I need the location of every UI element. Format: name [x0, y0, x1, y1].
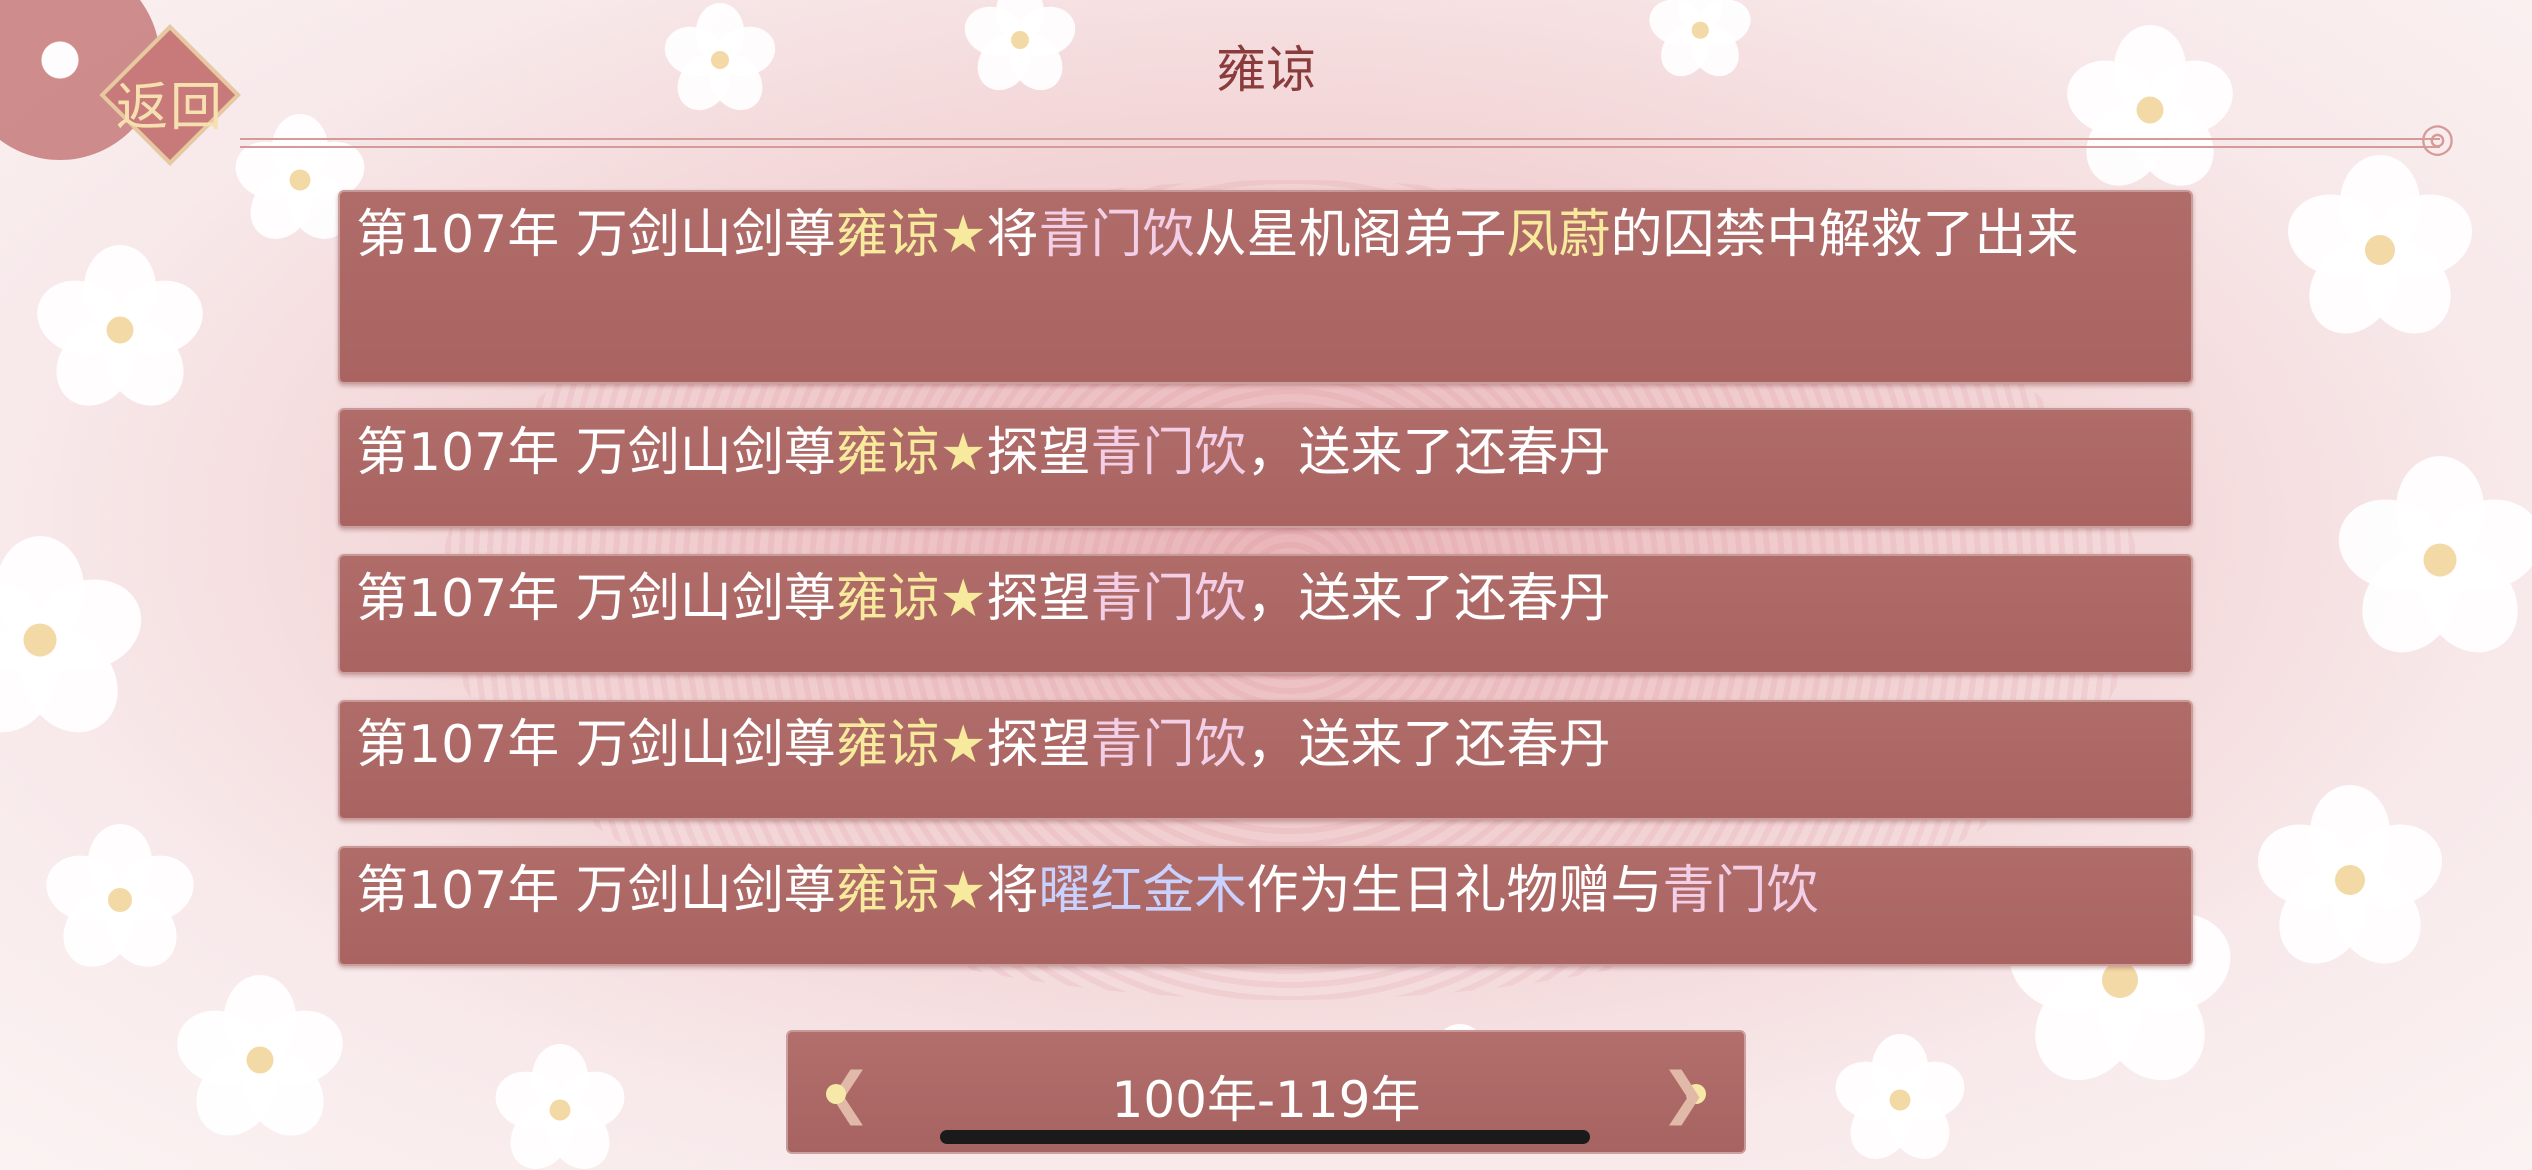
event-text: 第107年 万剑山剑尊雍谅★将曜红金木作为生日礼物赠与青门饮: [356, 861, 1819, 921]
event-text-segment: 青门饮: [1662, 861, 1819, 921]
event-text-segment: 青门饮: [1090, 569, 1247, 629]
star-icon: ★: [939, 715, 987, 775]
plum-blossom-icon: [167, 970, 353, 1151]
event-entry: 第107年 万剑山剑尊雍谅★探望青门饮，送来了还春丹: [338, 700, 2193, 820]
event-text: 第107年 万剑山剑尊雍谅★将青门饮从星机阁弟子凤蔚的囚禁中解救了出来: [356, 205, 2079, 265]
plum-blossom-icon: [0, 530, 153, 751]
star-icon: ★: [939, 569, 987, 629]
event-text-segment: 青门饮: [1090, 715, 1247, 775]
event-text-segment: 将: [986, 205, 1039, 265]
scroll-ornament-right-icon[interactable]: ❯: [1644, 1054, 1724, 1134]
star-icon: ★: [939, 423, 987, 483]
event-text-segment: 第107年 万剑山剑尊: [356, 861, 836, 921]
event-entry: 第107年 万剑山剑尊雍谅★探望青门饮，送来了还春丹: [338, 408, 2193, 528]
event-text-segment: 从星机阁弟子: [1194, 205, 1507, 265]
event-text-segment: 第107年 万剑山剑尊: [356, 715, 836, 775]
plum-blossom-icon: [2247, 780, 2453, 981]
plum-blossom-icon: [1828, 1030, 1972, 1170]
event-text-segment: 作为生日礼物赠与: [1246, 861, 1663, 921]
event-text-segment: 凤蔚: [1506, 205, 1611, 265]
plum-blossom-icon: [488, 1040, 632, 1170]
event-text-segment: 探望: [986, 423, 1091, 483]
event-text-segment: 曜红金木: [1038, 861, 1247, 921]
plum-blossom-icon: [37, 820, 203, 981]
title-divider: [240, 138, 2440, 148]
event-text-segment: 第107年 万剑山剑尊: [356, 423, 836, 483]
event-text-segment: 探望: [986, 569, 1091, 629]
event-text-segment: ，送来了还春丹: [1246, 569, 1611, 629]
event-text-segment: 第107年 万剑山剑尊: [356, 569, 836, 629]
event-text-segment: 青门饮: [1038, 205, 1195, 265]
year-range-label: 100年-119年: [1111, 1071, 1421, 1129]
event-text-segment: 的囚禁中解救了出来: [1610, 205, 2079, 265]
event-text-segment: 雍谅: [835, 423, 940, 483]
event-text: 第107年 万剑山剑尊雍谅★探望青门饮，送来了还春丹: [356, 569, 1610, 629]
event-entry: 第107年 万剑山剑尊雍谅★将青门饮从星机阁弟子凤蔚的囚禁中解救了出来: [338, 190, 2193, 384]
home-indicator[interactable]: [940, 1130, 1590, 1144]
plum-blossom-icon: [2327, 450, 2532, 671]
event-text: 第107年 万剑山剑尊雍谅★探望青门饮，送来了还春丹: [356, 715, 1610, 775]
page-title: 雍谅: [1216, 41, 1316, 99]
event-text-segment: 将: [986, 861, 1039, 921]
star-icon: ★: [939, 861, 987, 921]
event-entry: 第107年 万剑山剑尊雍谅★将曜红金木作为生日礼物赠与青门饮: [338, 846, 2193, 966]
star-icon: ★: [939, 205, 987, 265]
event-text-segment: 雍谅: [835, 861, 940, 921]
cloud-ornament-icon: ◎: [2420, 115, 2455, 161]
event-text-segment: 青门饮: [1090, 423, 1247, 483]
event-text: 第107年 万剑山剑尊雍谅★探望青门饮，送来了还春丹: [356, 423, 1610, 483]
event-text-segment: ，送来了还春丹: [1246, 715, 1611, 775]
event-entry: 第107年 万剑山剑尊雍谅★探望青门饮，送来了还春丹: [338, 554, 2193, 674]
event-text-segment: 探望: [986, 715, 1091, 775]
event-text-segment: ，送来了还春丹: [1246, 423, 1611, 483]
plum-blossom-icon: [2277, 150, 2483, 351]
event-text-segment: 第107年 万剑山剑尊: [356, 205, 836, 265]
event-text-segment: 雍谅: [835, 569, 940, 629]
event-text-segment: 雍谅: [835, 715, 940, 775]
plum-blossom-icon: [27, 240, 213, 421]
event-text-segment: 雍谅: [835, 205, 940, 265]
